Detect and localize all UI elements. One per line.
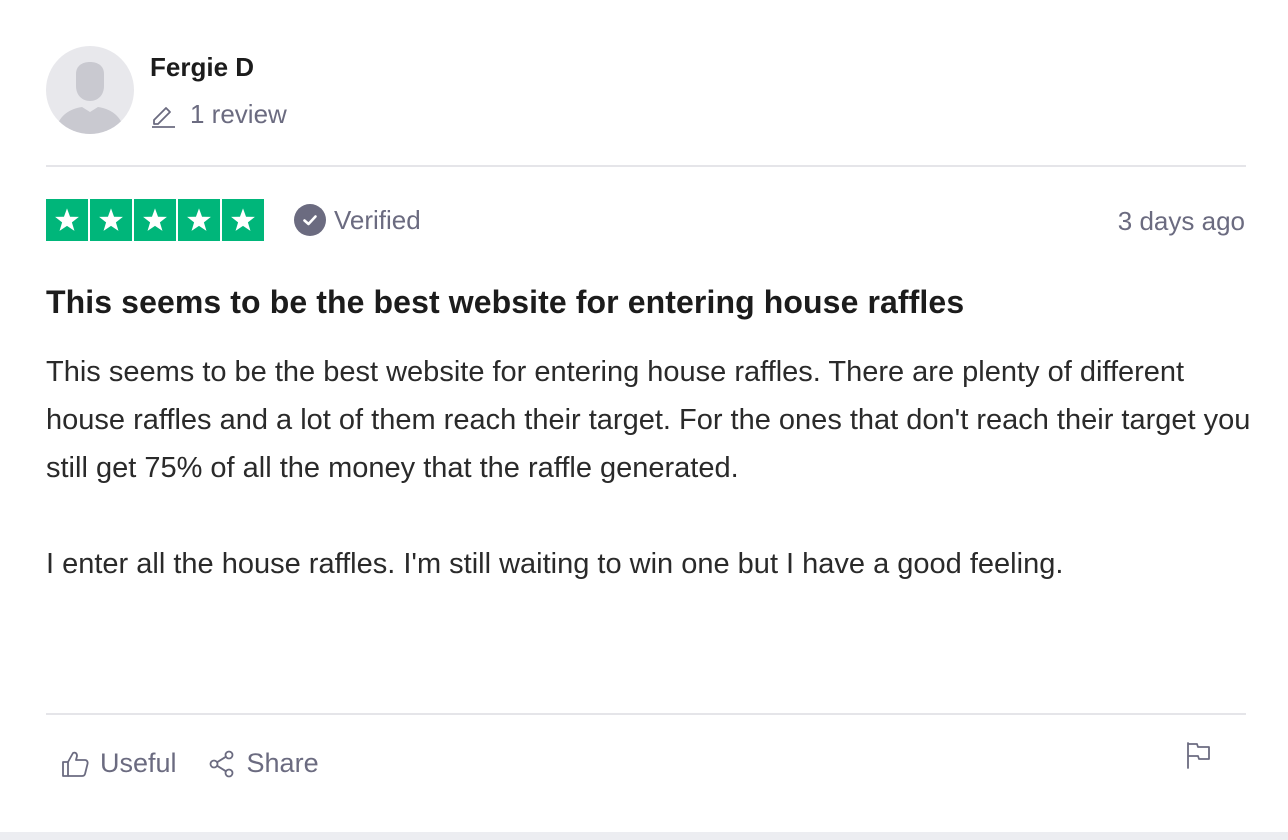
useful-label: Useful: [100, 748, 177, 778]
flag-icon: [1187, 742, 1210, 769]
review-actions: Useful Share: [60, 748, 349, 779]
pencil-icon: [152, 106, 175, 128]
check-icon: [294, 204, 326, 236]
star-icon: [46, 199, 88, 241]
verified-label: Verified: [334, 204, 421, 235]
thumbs-up-icon: [62, 751, 89, 777]
avatar[interactable]: [46, 46, 134, 134]
review-count: 1 review: [150, 99, 287, 130]
star-icon: [178, 199, 220, 241]
star-icon: [90, 199, 132, 241]
share-button[interactable]: Share: [207, 748, 319, 779]
review-card: Fergie D 1 review Verified 3 days ago Th…: [0, 0, 1288, 832]
divider: [46, 165, 1246, 167]
review-date: 3 days ago: [1117, 206, 1245, 236]
divider: [46, 713, 1246, 715]
verified-badge[interactable]: Verified: [294, 204, 421, 236]
star-icon: [134, 199, 176, 241]
consumer-name[interactable]: Fergie D: [150, 52, 254, 83]
report-button[interactable]: [1183, 740, 1215, 772]
review-title[interactable]: This seems to be the best website for en…: [46, 284, 964, 321]
useful-button[interactable]: Useful: [60, 748, 177, 779]
review-body: This seems to be the best website for en…: [46, 348, 1251, 588]
share-label: Share: [246, 748, 319, 778]
star-rating: [46, 199, 264, 241]
page-background: [0, 832, 1288, 840]
star-icon: [222, 199, 264, 241]
share-icon: [209, 750, 233, 777]
review-count-label: 1 review: [190, 99, 287, 129]
user-silhouette-icon: [56, 62, 124, 134]
review-paragraph: This seems to be the best website for en…: [46, 356, 1251, 484]
review-paragraph: I enter all the house raffles. I'm still…: [46, 548, 1064, 580]
